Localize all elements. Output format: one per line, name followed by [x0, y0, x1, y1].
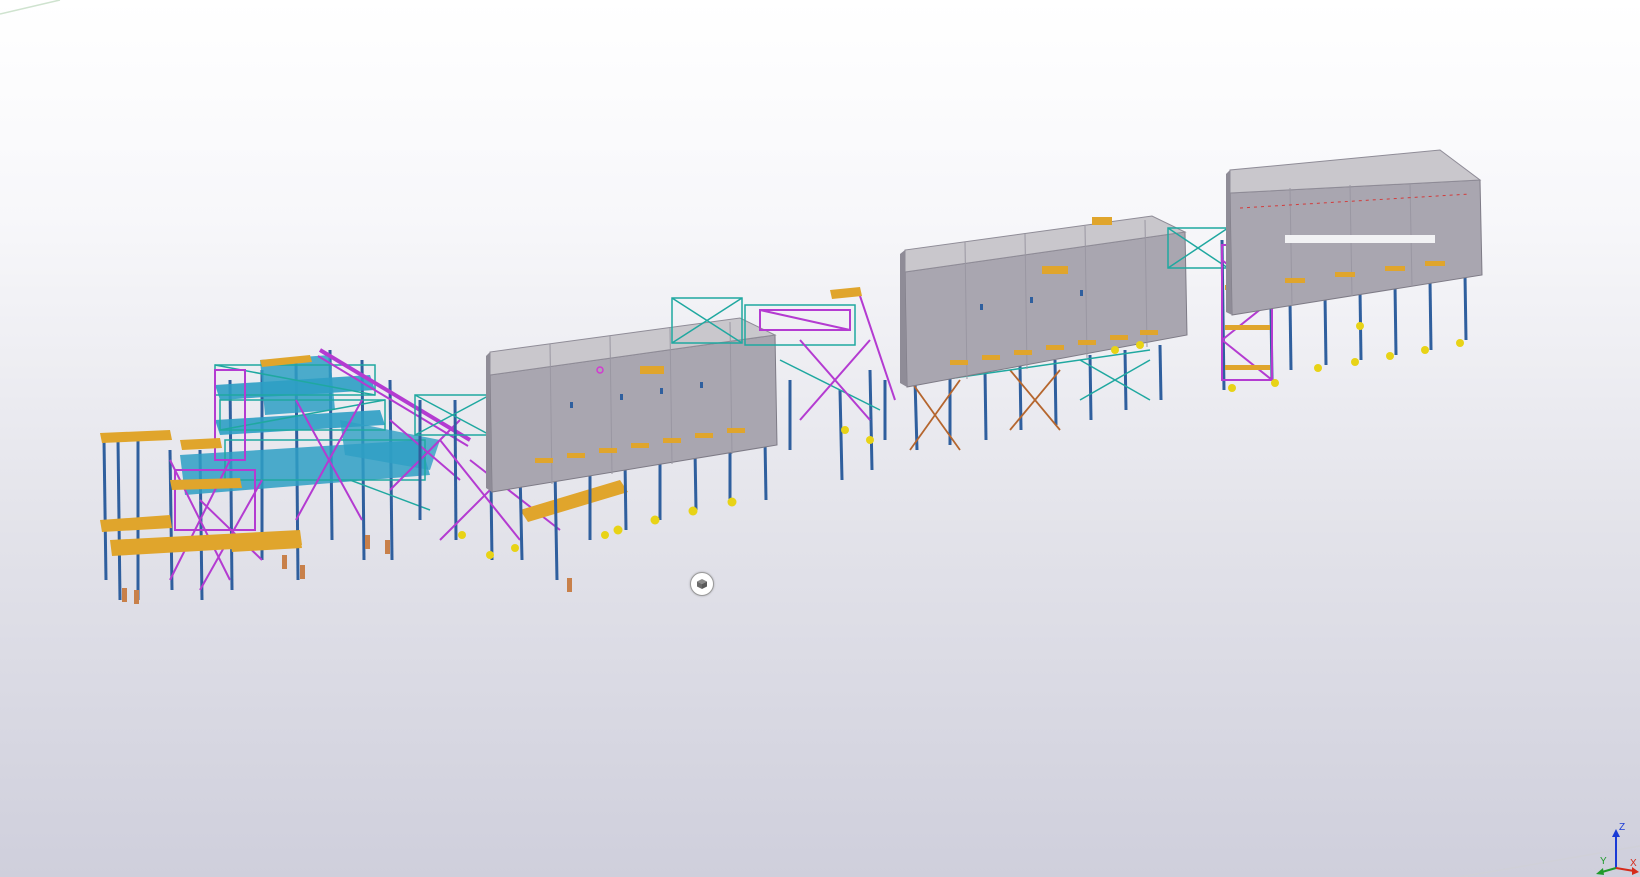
y-axis-label: Y [1600, 856, 1607, 867]
building-1 [486, 317, 778, 592]
cube-icon [697, 579, 707, 589]
left-structure-complex [100, 348, 472, 604]
x-axis-label: X [1630, 858, 1637, 869]
building-3 [1226, 149, 1483, 372]
structural-model[interactable] [0, 0, 1640, 877]
axis-gizmo: Z Y X [1596, 822, 1639, 875]
z-axis-label: Z [1619, 822, 1625, 833]
view-center-button[interactable] [690, 572, 714, 596]
building-2 [900, 215, 1188, 451]
3d-viewport[interactable]: Z Y X [0, 0, 1640, 877]
